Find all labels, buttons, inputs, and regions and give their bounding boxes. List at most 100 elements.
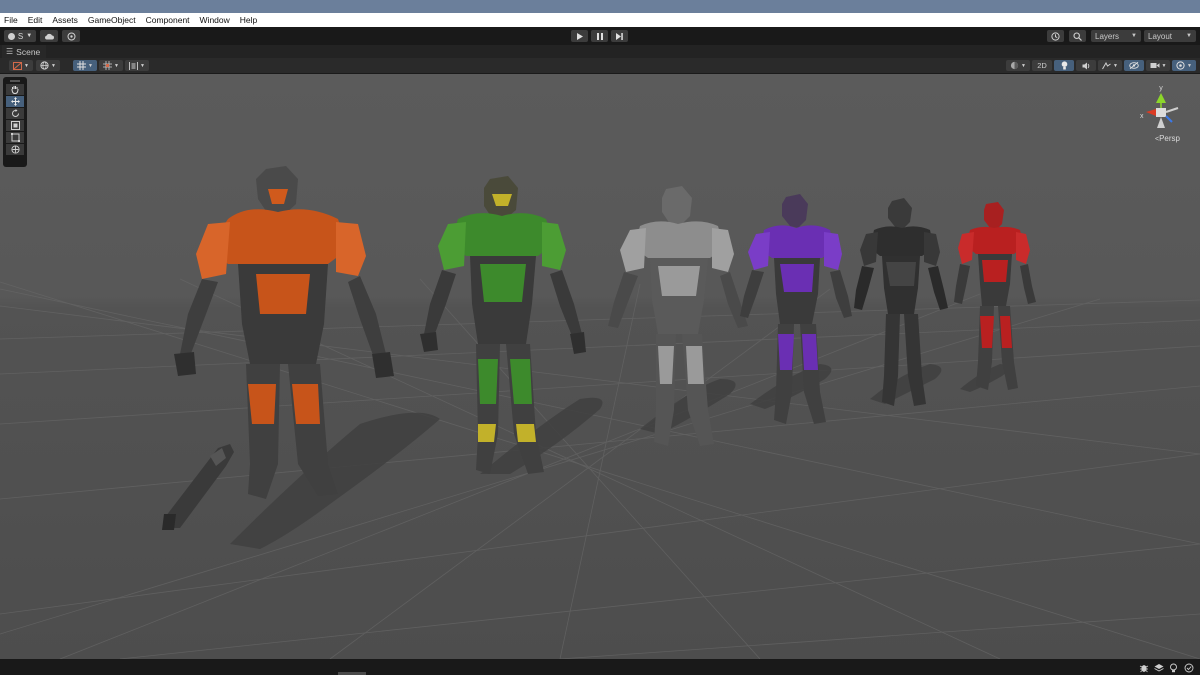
camera-icon — [1150, 63, 1160, 68]
scene-viewport[interactable]: y x <Persp — [0, 74, 1200, 659]
menu-assets[interactable]: Assets — [47, 13, 83, 27]
menu-component[interactable]: Component — [141, 13, 195, 27]
transform-tool[interactable] — [6, 144, 24, 155]
chevron-down-icon: ▼ — [26, 33, 33, 39]
gizmos-icon — [1176, 61, 1185, 70]
layers-stack-button[interactable] — [1153, 662, 1164, 673]
check-status-button[interactable] — [1183, 662, 1194, 673]
chevron-down-icon: ▼ — [114, 62, 119, 69]
menu-file[interactable]: File — [0, 13, 23, 27]
search-icon — [1073, 31, 1082, 41]
cloud-icon — [45, 33, 54, 39]
bug-icon — [1139, 664, 1148, 672]
projection-toggle[interactable]: <Persp — [1155, 134, 1180, 143]
effects-dropdown[interactable]: ▼ — [1098, 60, 1122, 71]
hand-tool[interactable] — [6, 84, 24, 95]
move-tool[interactable] — [6, 96, 24, 107]
tab-bar: ☰ Scene — [0, 45, 1200, 58]
grid-icon — [77, 61, 87, 70]
silver-armor-soldier[interactable] — [604, 184, 754, 454]
layout-label: Layout — [1148, 31, 1173, 41]
align-dropdown[interactable]: ▼ — [125, 60, 149, 71]
collab-button[interactable] — [62, 30, 80, 42]
globe-icon — [40, 61, 49, 70]
black-armor-soldier[interactable] — [852, 196, 948, 412]
history-icon — [1051, 31, 1060, 41]
snap-grid-icon — [103, 61, 113, 70]
layout-dropdown[interactable]: Layout ▼ — [1144, 30, 1196, 42]
status-bar — [0, 659, 1200, 675]
purple-armor-soldier[interactable] — [736, 192, 856, 432]
move-arrows-icon — [10, 97, 20, 106]
menu-lines-icon: ☰ — [6, 47, 14, 56]
audio-toggle[interactable] — [1076, 60, 1096, 71]
gizmo-y-axis[interactable] — [1156, 93, 1166, 103]
green-armor-soldier[interactable] — [418, 174, 588, 484]
tab-scene-label: Scene — [16, 46, 41, 57]
menu-gameobject[interactable]: GameObject — [83, 13, 141, 27]
scene-visibility-toggle[interactable] — [1124, 60, 1144, 71]
menu-edit[interactable]: Edit — [23, 13, 48, 27]
account-dropdown[interactable]: S ▼ — [4, 30, 36, 42]
gizmo-x-label: x — [1140, 113, 1144, 120]
eye-slash-icon — [1129, 62, 1139, 69]
gizmo-neg-x-axis[interactable] — [1165, 107, 1179, 113]
camera-dropdown[interactable]: ▼ — [1146, 60, 1170, 71]
chevron-down-icon: ▼ — [1187, 62, 1192, 69]
shading-dropdown[interactable]: ▼ — [1006, 60, 1030, 71]
sphere-icon — [1010, 61, 1019, 70]
history-button[interactable] — [1047, 30, 1064, 42]
cloud-button[interactable] — [40, 30, 58, 42]
gizmos-dropdown[interactable]: ▼ — [1172, 60, 1196, 71]
check-circle-icon — [1184, 663, 1193, 672]
chevron-down-icon: ▼ — [1021, 62, 1026, 69]
account-icon — [7, 32, 15, 40]
chevron-down-icon: ▼ — [51, 62, 56, 69]
persp-label: Persp — [1159, 134, 1180, 143]
chevron-down-icon: ▼ — [1161, 62, 1167, 69]
scale-tool[interactable] — [6, 120, 24, 131]
layers-dropdown[interactable]: Layers ▼ — [1091, 30, 1141, 42]
gizmo-z-axis[interactable] — [1165, 115, 1173, 123]
scale-icon — [10, 121, 20, 130]
menu-window[interactable]: Window — [195, 13, 235, 27]
rifle-prop[interactable] — [160, 436, 240, 536]
play-button[interactable] — [571, 30, 588, 42]
main-toolbar: S ▼ Layers ▼ Layout ▼ — [0, 27, 1200, 45]
gizmo-y-label: y — [1159, 85, 1163, 92]
stack-icon — [1153, 663, 1164, 672]
grid-snap-dropdown[interactable]: ▼ — [73, 60, 97, 71]
menu-bar: File Edit Assets GameObject Component Wi… — [0, 13, 1200, 27]
chevron-down-icon: ▼ — [1186, 33, 1192, 39]
toggle-2d-button[interactable]: 2D — [1032, 60, 1052, 71]
window-title-bar — [0, 0, 1200, 13]
pause-button[interactable] — [591, 30, 608, 42]
chevron-down-icon: ▼ — [1131, 33, 1137, 39]
rect-transform-icon — [10, 133, 20, 142]
step-icon — [616, 32, 623, 40]
align-icon — [129, 61, 138, 70]
rect-tool[interactable] — [6, 132, 24, 143]
menu-help[interactable]: Help — [235, 13, 262, 27]
drag-handle[interactable] — [10, 80, 20, 82]
gizmo-center-cube[interactable] — [1156, 108, 1166, 117]
draw-mode-dropdown[interactable]: ▼ — [9, 60, 33, 71]
pause-icon — [596, 32, 603, 40]
gizmo-x-axis[interactable] — [1146, 109, 1156, 116]
play-icon — [576, 32, 583, 40]
account-label: S — [17, 31, 24, 41]
rotate-tool[interactable] — [6, 108, 24, 119]
tab-scene[interactable]: ☰ Scene — [2, 45, 47, 58]
effects-icon — [1102, 61, 1111, 69]
bug-button[interactable] — [1138, 662, 1149, 673]
gizmo-orientation-dropdown[interactable]: ▼ — [36, 60, 60, 71]
chevron-down-icon: ▼ — [24, 62, 29, 69]
step-button[interactable] — [611, 30, 628, 42]
gizmo-neg-y-axis[interactable] — [1157, 117, 1165, 128]
lighting-status-button[interactable] — [1168, 662, 1179, 673]
search-button[interactable] — [1069, 30, 1086, 42]
lighting-toggle[interactable] — [1054, 60, 1074, 71]
increment-snap-dropdown[interactable]: ▼ — [99, 60, 123, 71]
transform-icon — [10, 145, 20, 154]
red-armor-soldier[interactable] — [952, 200, 1036, 396]
